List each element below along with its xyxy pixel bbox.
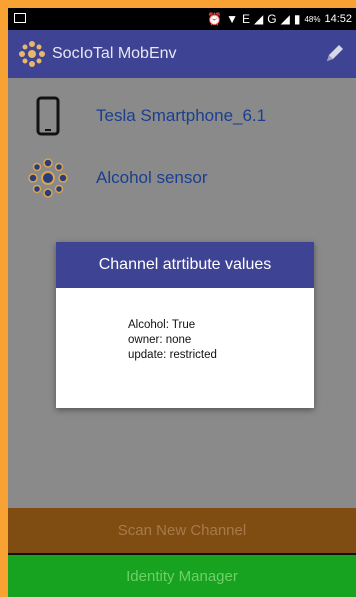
screenshot-notification-icon [14, 13, 26, 23]
attribute-owner: owner: none [128, 334, 192, 346]
identity-manager-button[interactable]: Identity Manager [8, 555, 356, 597]
signal-icon-2: ◢ [280, 12, 290, 26]
wifi-icon: ▼ [226, 12, 239, 26]
clock: 14:52 [324, 13, 352, 25]
edit-pencil-icon[interactable] [324, 42, 346, 64]
dialog-title: Channel atrtibute values [56, 242, 314, 288]
status-indicators: ⏰ ▼ E ◢ G ◢ ▮ 48% 14:52 [207, 11, 352, 27]
attribute-alcohol: Alcohol: True [128, 319, 196, 331]
dialog-body: Alcohol: True owner: none update: restri… [128, 318, 217, 363]
alarm-icon: ⏰ [207, 12, 223, 26]
sociotal-logo-icon [19, 41, 45, 67]
smartphone-icon [36, 96, 60, 136]
list-item-label: Alcohol sensor [96, 168, 208, 187]
list-item-alcohol-sensor[interactable]: Alcohol sensor [8, 146, 356, 210]
phone-screen: ⏰ ▼ E ◢ G ◢ ▮ 48% 14:52 SocIoTal MobEnv [8, 8, 356, 597]
app-title: SocIoTal MobEnv [52, 45, 177, 62]
status-bar: ⏰ ▼ E ◢ G ◢ ▮ 48% 14:52 [8, 8, 356, 30]
scan-new-channel-button[interactable]: Scan New Channel [8, 508, 356, 553]
network-type-e: E [242, 12, 251, 26]
attribute-update: update: restricted [128, 349, 217, 361]
list-item-label: Tesla Smartphone_6.1 [96, 106, 267, 125]
channel-attributes-dialog[interactable]: Channel atrtibute values Alcohol: True o… [56, 242, 314, 408]
app-bar: SocIoTal MobEnv [8, 30, 356, 78]
channel-list: Tesla Smartphone_6.1 Alcohol sensor Chan… [8, 78, 356, 508]
battery-percent: 48% [304, 14, 321, 24]
network-type-g: G [267, 12, 277, 26]
list-item-smartphone[interactable]: Tesla Smartphone_6.1 [8, 84, 356, 148]
sensor-icon [28, 158, 68, 198]
signal-icon: ◢ [254, 12, 264, 26]
battery-icon: ▮ [293, 12, 301, 26]
